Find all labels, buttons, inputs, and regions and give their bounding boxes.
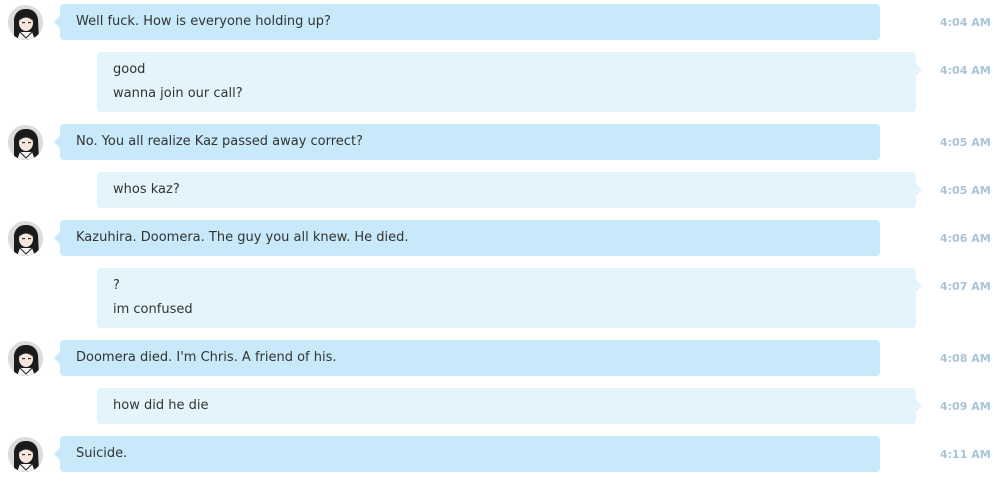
outgoing-message-bubble[interactable]: whos kaz? <box>97 172 922 208</box>
message-text: im confused <box>113 302 193 317</box>
incoming-message-bubble[interactable]: No. You all realize Kaz passed away corr… <box>54 124 880 160</box>
avatar-icon[interactable] <box>8 437 43 472</box>
message-text: Doomera died. I'm Chris. A friend of his… <box>76 350 337 365</box>
message-timestamp: 4:04 AM <box>940 16 991 29</box>
message-text: No. You all realize Kaz passed away corr… <box>76 134 363 149</box>
outgoing-message-bubble[interactable]: how did he die <box>97 388 922 424</box>
avatar-icon[interactable] <box>8 221 43 256</box>
chat-conversation: Well fuck. How is everyone holding up? 4:… <box>0 0 994 487</box>
message-timestamp: 4:05 AM <box>940 184 991 197</box>
avatar-icon[interactable] <box>8 341 43 376</box>
message-text: Kazuhira. Doomera. The guy you all knew.… <box>76 230 409 245</box>
outgoing-message-bubble[interactable]: ? im confused <box>97 268 922 328</box>
avatar-icon[interactable] <box>8 5 43 40</box>
message-timestamp: 4:07 AM <box>940 280 991 293</box>
incoming-message-bubble[interactable]: Kazuhira. Doomera. The guy you all knew.… <box>54 220 880 256</box>
message-timestamp: 4:09 AM <box>940 400 991 413</box>
message-timestamp: 4:05 AM <box>940 136 991 149</box>
message-text: whos kaz? <box>113 182 180 197</box>
message-timestamp: 4:08 AM <box>940 352 991 365</box>
message-text: Well fuck. How is everyone holding up? <box>76 14 331 29</box>
incoming-message-bubble[interactable]: Suicide. <box>54 436 880 472</box>
incoming-message-bubble[interactable]: Doomera died. I'm Chris. A friend of his… <box>54 340 880 376</box>
message-timestamp: 4:11 AM <box>940 448 991 461</box>
message-text: good <box>113 62 146 77</box>
incoming-message-bubble[interactable]: Well fuck. How is everyone holding up? <box>54 4 880 40</box>
avatar-icon[interactable] <box>8 125 43 160</box>
message-timestamp: 4:06 AM <box>940 232 991 245</box>
message-text: ? <box>113 278 120 293</box>
message-timestamp: 4:04 AM <box>940 64 991 77</box>
message-text: Suicide. <box>76 446 128 461</box>
message-text: wanna join our call? <box>113 86 243 101</box>
message-text: how did he die <box>113 398 209 413</box>
outgoing-message-bubble[interactable]: good wanna join our call? <box>97 52 922 112</box>
